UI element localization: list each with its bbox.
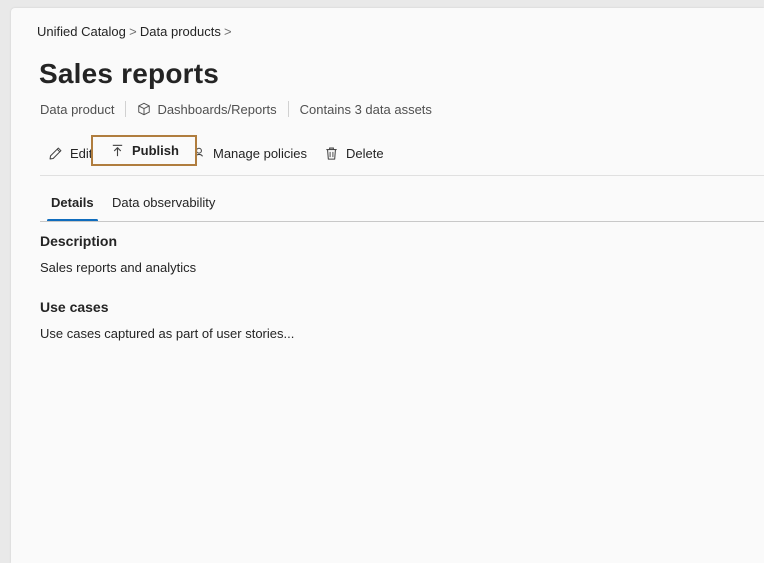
pencil-icon xyxy=(49,147,62,159)
chevron-right-icon: > xyxy=(224,24,232,39)
tab-data-observability[interactable]: Data observability xyxy=(112,183,215,221)
page-title: Sales reports xyxy=(39,58,220,89)
delete-button[interactable]: Delete xyxy=(324,135,384,171)
trash-icon xyxy=(326,147,337,160)
tab-list: Details Data observability xyxy=(40,183,764,222)
tabs-divider xyxy=(40,221,764,222)
tab-details[interactable]: Details xyxy=(47,183,98,222)
edit-button[interactable]: Edit xyxy=(48,135,92,171)
cube-icon xyxy=(138,102,151,116)
manage-policies-button[interactable]: Manage policies xyxy=(191,135,307,171)
description-text: Sales reports and analytics xyxy=(40,260,197,275)
meta-divider xyxy=(287,101,289,117)
use-cases-text: Use cases captured as part of user stori… xyxy=(40,326,295,341)
breadcrumb: Unified Catalog > Data products > xyxy=(37,24,235,39)
tab-details-label: Details xyxy=(51,194,94,210)
manage-policies-label: Manage policies xyxy=(213,145,307,161)
tab-data-observability-label: Data observability xyxy=(112,194,216,210)
product-meta: Data product Dashboards/Reports Contains… xyxy=(40,101,432,117)
meta-divider xyxy=(125,101,127,117)
arrow-upload-icon xyxy=(112,144,123,157)
data-assets-count: Contains 3 data assets xyxy=(299,101,432,117)
description-heading: Description xyxy=(40,233,118,249)
chevron-right-icon: > xyxy=(129,24,137,39)
product-category-label: Dashboards/Reports xyxy=(157,101,277,117)
toolbar-divider xyxy=(40,175,764,176)
edit-button-label: Edit xyxy=(70,145,93,161)
publish-button-label: Publish xyxy=(132,143,179,158)
use-cases-heading: Use cases xyxy=(40,299,109,315)
main-panel: Unified Catalog > Data products > Sales … xyxy=(11,8,764,563)
breadcrumb-data-products[interactable]: Data products xyxy=(140,24,221,39)
delete-button-label: Delete xyxy=(346,145,384,161)
publish-button[interactable]: Publish xyxy=(91,135,197,166)
product-type-label: Data product xyxy=(40,101,115,117)
breadcrumb-unified-catalog[interactable]: Unified Catalog xyxy=(37,24,126,39)
command-bar: Edit Manage policies Publish Delete xyxy=(39,135,764,171)
